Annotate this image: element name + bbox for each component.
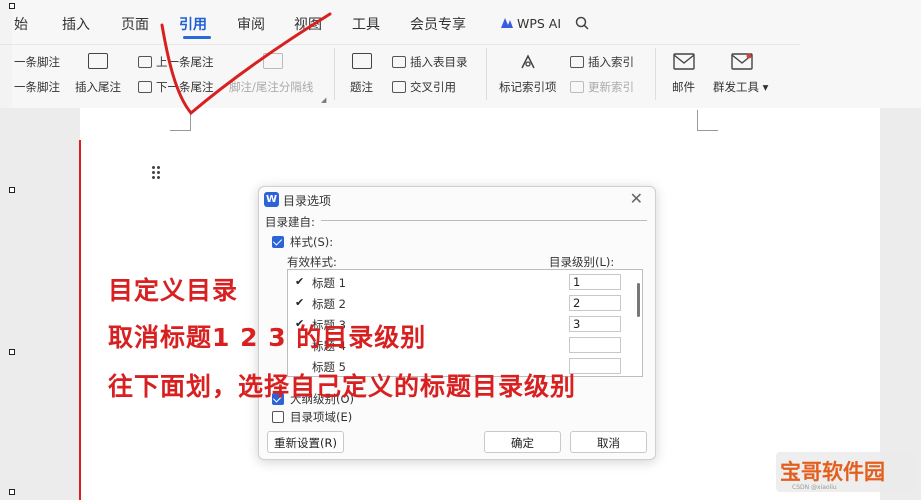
watermark: 宝哥软件园 CSDN @xiaoliu [776, 452, 916, 492]
watermark-title: 宝哥软件园 [780, 460, 885, 484]
annotation-line: 往下面划，选择自己定义的标题目录级别 [108, 372, 577, 401]
checkmark-annotation-icon [78, 12, 332, 500]
annotation-line: 取消标题1 2 3 的目录级别 [108, 323, 427, 352]
watermark-sub: CSDN @xiaoliu [792, 484, 837, 491]
annotation-line: 目定义目录 [108, 276, 239, 305]
